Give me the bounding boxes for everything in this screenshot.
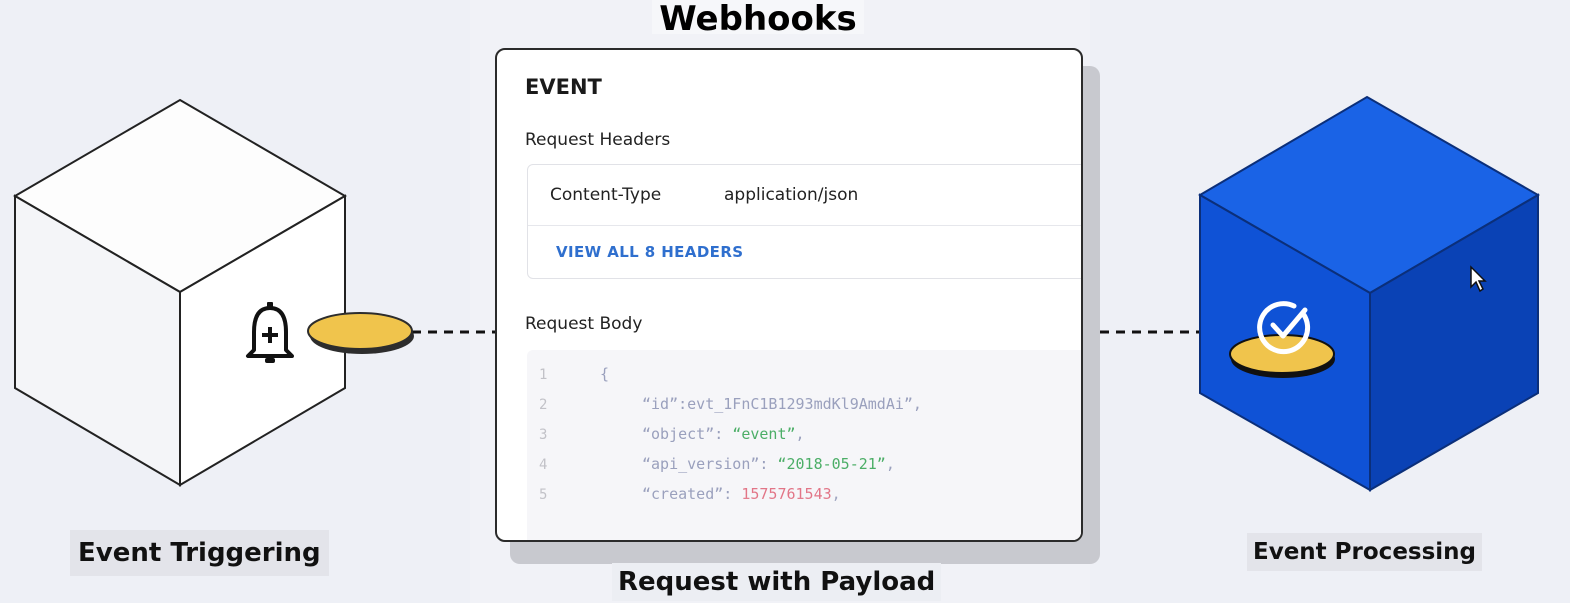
code-line: “id”:evt_1FnC1B1293mdKl9AmdAi”, (642, 395, 922, 413)
event-card: EVENT Request Headers Content-Type appli… (495, 48, 1083, 542)
header-key: Content-Type (550, 185, 662, 205)
id-key: “id”: (642, 395, 688, 413)
code-fade (527, 496, 1081, 540)
id-value: evt_1FnC1B1293mdKl9AmdAi”, (687, 395, 922, 413)
open-brace: { (600, 365, 610, 383)
line-number: 2 (539, 397, 548, 413)
comma: , (795, 425, 805, 443)
code-line: “object”: “event”, (642, 425, 805, 443)
api-version-key: “api_version”: (642, 455, 778, 473)
request-body-code: 1 2 3 4 5 { “id”:evt_1FnC1B1293mdKl9AmdA… (527, 350, 1081, 540)
object-value: “event” (732, 425, 796, 443)
header-value: application/json (724, 185, 859, 205)
event-card-title: EVENT (525, 75, 602, 99)
view-all-headers-link[interactable]: VIEW ALL 8 HEADERS (556, 243, 743, 261)
line-number: 4 (539, 457, 548, 473)
request-payload-caption: Request with Payload (612, 563, 942, 601)
line-number: 3 (539, 427, 548, 443)
comma: , (885, 455, 895, 473)
event-processing-caption: Event Processing (1247, 533, 1483, 571)
code-line: { (600, 365, 609, 383)
object-key: “object”: (642, 425, 733, 443)
code-line: “api_version”: “2018-05-21”, (642, 455, 895, 473)
line-number: 1 (539, 367, 548, 383)
event-trigger-cube (13, 98, 347, 487)
right-event-token (1229, 334, 1335, 378)
event-processing-cube (1198, 95, 1540, 492)
request-headers-label: Request Headers (525, 130, 671, 150)
left-event-token (307, 312, 414, 354)
headers-panel: Content-Type application/json VIEW ALL 8… (527, 164, 1081, 279)
header-row: Content-Type application/json (528, 165, 1081, 226)
event-triggering-caption: Event Triggering (70, 530, 329, 576)
request-body-label: Request Body (525, 314, 643, 334)
api-version-value: “2018-05-21” (777, 455, 886, 473)
diagram-title: Webhooks (652, 0, 864, 34)
